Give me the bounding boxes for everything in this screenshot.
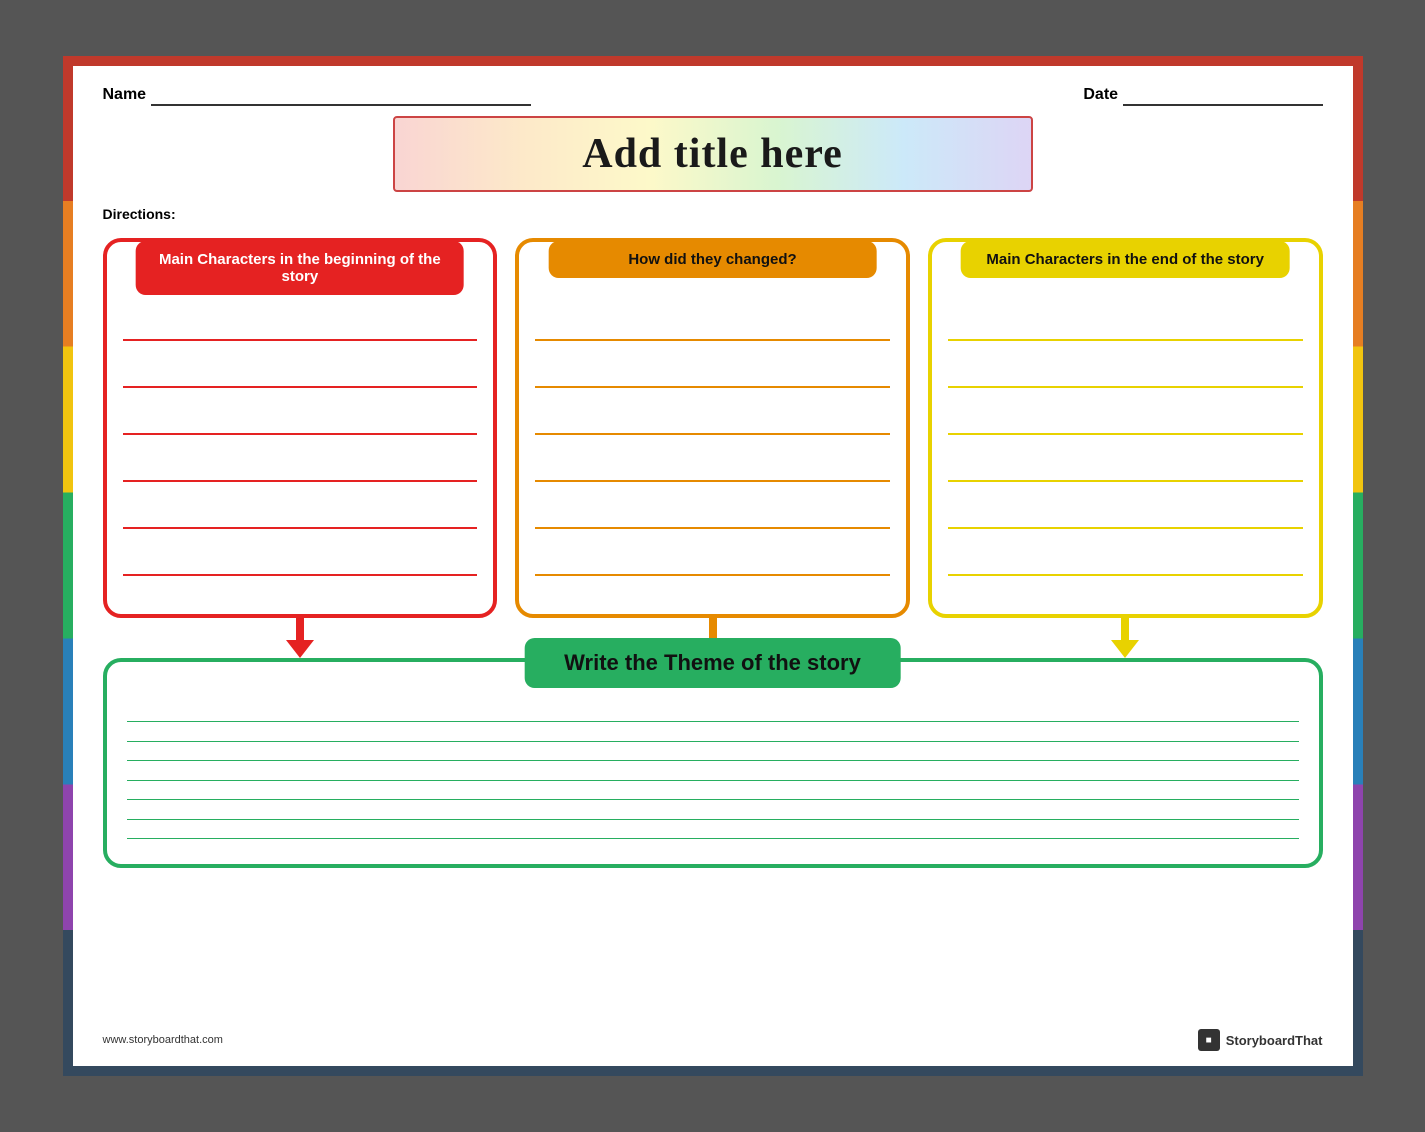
- write-line: [123, 386, 478, 388]
- storyboardthat-logo: ■ StoryboardThat: [1198, 1029, 1323, 1051]
- col-changed-lines: [535, 316, 890, 598]
- logo-icon: ■: [1198, 1029, 1220, 1051]
- footer: www.storyboardthat.com ■ StoryboardThat: [103, 1029, 1323, 1051]
- directions-label: Directions:: [103, 206, 1323, 222]
- page-title: Add title here: [445, 130, 981, 178]
- col-changed-header: How did they changed?: [548, 241, 877, 278]
- write-line: [948, 386, 1303, 388]
- write-line: [123, 480, 478, 482]
- write-line: [948, 574, 1303, 576]
- three-column-section: Main Characters in the beginning of the …: [103, 238, 1323, 618]
- write-line: [948, 339, 1303, 341]
- bottom-write-line: [127, 721, 1299, 723]
- col-beginning-lines: [123, 316, 478, 598]
- arrow-col-3: [928, 618, 1323, 658]
- col-changed: How did they changed?: [515, 238, 910, 618]
- write-line: [948, 527, 1303, 529]
- bottom-write-line: [127, 760, 1299, 762]
- bottom-write-line: [127, 818, 1299, 820]
- write-line: [535, 574, 890, 576]
- write-line: [948, 433, 1303, 435]
- arrow-down-icon: [286, 618, 314, 658]
- bottom-write-line: [127, 740, 1299, 742]
- outer-border: Name Date Add title here Directions: Mai…: [63, 56, 1363, 1076]
- col-end-lines: [948, 316, 1303, 598]
- write-line: [123, 433, 478, 435]
- footer-website: www.storyboardthat.com: [103, 1034, 223, 1046]
- brand-name: StoryboardThat: [1226, 1033, 1323, 1048]
- bottom-write-line: [127, 837, 1299, 839]
- write-line: [948, 480, 1303, 482]
- date-field: Date: [1083, 86, 1322, 106]
- bottom-write-line: [127, 799, 1299, 801]
- col-beginning: Main Characters in the beginning of the …: [103, 238, 498, 618]
- header-row: Name Date: [103, 86, 1323, 106]
- inner-page: Name Date Add title here Directions: Mai…: [73, 66, 1353, 1066]
- arrow-down-icon: [1111, 618, 1139, 658]
- name-field: Name: [103, 86, 531, 106]
- theme-label: Write the Theme of the story: [524, 638, 901, 688]
- col-beginning-header: Main Characters in the beginning of the …: [136, 241, 465, 295]
- title-banner[interactable]: Add title here: [393, 116, 1033, 192]
- col-end: Main Characters in the end of the story: [928, 238, 1323, 618]
- name-label: Name: [103, 86, 147, 103]
- write-line: [535, 433, 890, 435]
- theme-box: [103, 658, 1323, 868]
- title-banner-wrap: Add title here: [103, 116, 1323, 192]
- write-line: [535, 527, 890, 529]
- name-underline: [151, 86, 531, 106]
- bottom-write-line: [127, 779, 1299, 781]
- bottom-section: Write the Theme of the story: [103, 658, 1323, 1021]
- write-line: [535, 386, 890, 388]
- write-line: [535, 339, 890, 341]
- date-underline: [1123, 86, 1323, 106]
- write-line: [123, 339, 478, 341]
- write-line: [535, 480, 890, 482]
- col-end-header: Main Characters in the end of the story: [961, 241, 1290, 278]
- write-line: [123, 574, 478, 576]
- date-label: Date: [1083, 86, 1118, 103]
- write-line: [123, 527, 478, 529]
- arrow-col-1: [103, 618, 498, 658]
